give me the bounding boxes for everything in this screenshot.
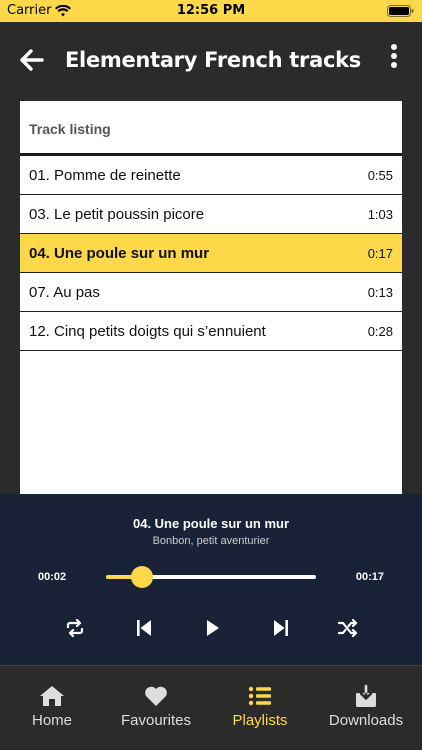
tab-downloads-label: Downloads: [328, 712, 404, 729]
now-playing-title: 04. Une poule sur un mur: [132, 516, 290, 531]
tab-favourites-label: Favourites: [120, 712, 192, 729]
tab-playlists[interactable]: Playlists: [218, 666, 302, 750]
track-duration: 0:17: [367, 245, 393, 261]
tab-bar: Home Favourites Playlists Downloads: [0, 665, 422, 750]
next-icon: [274, 620, 288, 636]
shuffle-button[interactable]: [336, 616, 360, 640]
tab-home-label: Home: [31, 712, 72, 729]
play-button[interactable]: [200, 616, 224, 640]
previous-button[interactable]: [132, 616, 156, 640]
track-list: 01. Pomme de reinette 0:55 03. Le petit po…: [20, 156, 402, 351]
back-button[interactable]: [16, 44, 48, 76]
tab-home[interactable]: Home: [10, 666, 94, 750]
battery-icon: [387, 5, 414, 17]
download-icon: [356, 684, 376, 707]
track-listing-card: Track listing 01. Pomme de reinette 0:55 0…: [20, 101, 402, 496]
track-name: 03. Le petit poussin picore: [29, 205, 205, 223]
status-bar: Carrier 12:56 PM: [0, 0, 422, 22]
more-options-button[interactable]: [388, 42, 400, 72]
track-name: 04. Une poule sur un mur: [29, 244, 210, 262]
track-row[interactable]: 12. Cinq petits doigts qui s’ennuient 0:2…: [20, 312, 402, 351]
previous-icon: [137, 620, 151, 636]
back-arrow-icon: [20, 49, 44, 71]
home-icon: [40, 686, 64, 706]
heart-icon: [145, 686, 167, 706]
shuffle-icon: [337, 618, 358, 638]
progress-thumb[interactable]: [130, 566, 153, 588]
track-name: 12. Cinq petits doigts qui s’ennuient: [29, 322, 266, 340]
track-listing-heading: Track listing: [20, 101, 402, 156]
play-icon: [207, 620, 219, 636]
next-button[interactable]: [269, 616, 293, 640]
status-time: 12:56 PM: [176, 3, 246, 18]
track-row[interactable]: 04. Une poule sur un mur 0:17: [20, 234, 402, 273]
track-row[interactable]: 03. Le petit poussin picore 1:03: [20, 195, 402, 234]
track-duration: 0:13: [367, 284, 393, 300]
page-title: Elementary French tracks: [65, 48, 361, 72]
app-header: Elementary French tracks: [0, 22, 422, 98]
elapsed-time: 00:02: [38, 571, 67, 583]
repeat-icon: [66, 618, 84, 638]
progress-slider[interactable]: [106, 566, 316, 588]
track-name: 01. Pomme de reinette: [29, 166, 181, 184]
tab-playlists-label: Playlists: [232, 712, 288, 729]
list-icon: [248, 686, 271, 706]
now-playing-artist: Bonbon, petit aventurier: [152, 535, 270, 547]
more-vertical-icon: [391, 44, 397, 68]
track-row[interactable]: 01. Pomme de reinette 0:55: [20, 156, 402, 195]
track-duration: 0:28: [367, 323, 393, 339]
track-duration: 1:03: [367, 206, 393, 222]
repeat-button[interactable]: [63, 616, 87, 640]
tab-downloads[interactable]: Downloads: [318, 666, 414, 750]
tab-favourites[interactable]: Favourites: [108, 666, 204, 750]
track-duration: 0:55: [367, 167, 393, 183]
track-row[interactable]: 07. Au pas 0:13: [20, 273, 402, 312]
now-playing-bar: 04. Une poule sur un mur Bonbon, petit a…: [0, 494, 422, 665]
total-time: 00:17: [355, 571, 384, 583]
track-name: 07. Au pas: [29, 283, 100, 301]
